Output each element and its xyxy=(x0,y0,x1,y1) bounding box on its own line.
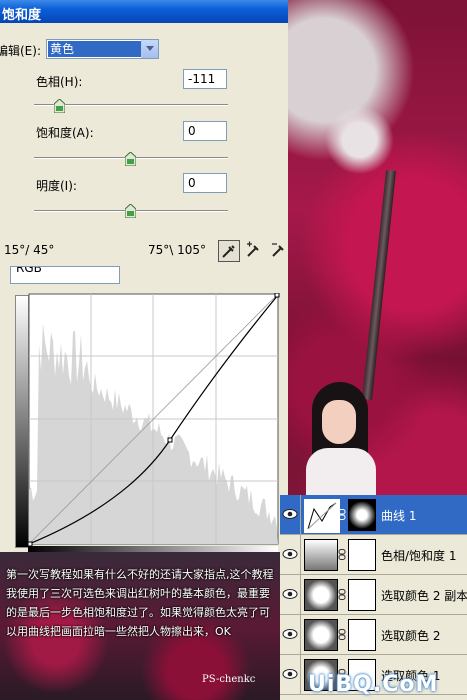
saturation-input[interactable]: 0 xyxy=(183,121,227,141)
black-vignette-mask xyxy=(348,499,376,531)
hue-saturation-thumbnail xyxy=(304,539,338,571)
eye-icon[interactable] xyxy=(282,667,298,681)
layer-name: 曲线 1 xyxy=(381,509,417,523)
figure-body xyxy=(306,448,376,500)
edit-dropdown[interactable]: 黄色 xyxy=(46,39,159,59)
selective-color-thumbnail xyxy=(304,579,338,611)
chain-link-icon[interactable] xyxy=(338,629,346,640)
layer-row-selective-color-2-copy[interactable]: 选取颜色 2 副本 xyxy=(280,575,467,615)
saturation-slider-thumb[interactable] xyxy=(125,152,136,166)
layer-divider xyxy=(300,655,301,694)
saturation-label: 饱和度(A): xyxy=(36,126,94,140)
caption-text: 第一次写教程如果有什么不好的还请大家指点,这个教程我使用了三次可选色来调出红树叶… xyxy=(6,568,274,638)
channel-dropdown[interactable]: RGB xyxy=(10,266,120,284)
dialog-title-bar[interactable]: 饱和度 xyxy=(0,0,288,23)
layer-name: 色相/饱和度 1 xyxy=(381,549,457,563)
layer-divider xyxy=(300,615,301,654)
layer-row-hue-saturation-1[interactable]: 色相/饱和度 1 xyxy=(280,535,467,575)
eye-icon[interactable] xyxy=(282,627,298,641)
white-mask xyxy=(348,579,376,611)
white-mask xyxy=(348,539,376,571)
hue-slider-thumb[interactable] xyxy=(54,99,65,113)
eyedropper-icon[interactable] xyxy=(218,240,240,262)
lightness-label: 明度(I): xyxy=(36,179,77,193)
caption-signature: PS-chenkc xyxy=(202,674,256,685)
portrait-figure xyxy=(300,382,384,500)
curves-graph[interactable] xyxy=(28,293,280,547)
curves-thumbnail xyxy=(304,499,340,533)
layer-divider xyxy=(300,535,301,574)
chain-link-icon[interactable] xyxy=(338,589,346,600)
layer-divider xyxy=(300,575,301,614)
eye-icon[interactable] xyxy=(282,587,298,601)
site-watermark: UiBQ.CoM xyxy=(308,672,439,697)
layer-name: 选取颜色 2 副本 xyxy=(381,589,467,603)
curve-control-point[interactable] xyxy=(167,437,173,443)
range-right-readout: 75°\ 105° xyxy=(148,243,207,257)
layer-name: 选取颜色 2 xyxy=(381,629,441,643)
layer-row-curves-1[interactable]: 曲线 1 xyxy=(280,495,467,535)
layers-panel: 曲线 1 色相/饱和度 1 选取颜色 2 副本 选取颜色 2 选取颜色 1 xyxy=(280,495,467,700)
eye-icon[interactable] xyxy=(282,547,298,561)
chain-link-icon[interactable] xyxy=(338,549,346,560)
hue-label: 色相(H): xyxy=(36,75,83,89)
edit-label: 编辑(E): xyxy=(0,44,41,58)
white-mask xyxy=(348,619,376,651)
tree-trunk xyxy=(362,170,396,400)
tutorial-caption: 第一次写教程如果有什么不好的还请大家指点,这个教程我使用了三次可选色来调出红树叶… xyxy=(0,552,280,700)
channel-dropdown-value: RGB xyxy=(16,266,42,275)
selective-color-thumbnail xyxy=(304,619,338,651)
eye-icon[interactable] xyxy=(282,507,298,521)
lightness-slider-thumb[interactable] xyxy=(125,204,136,218)
hue-saturation-dialog: 饱和度 编辑(E): 黄色 色相(H): -111 饱和度(A): 0 明度(I… xyxy=(0,0,288,552)
dialog-title: 饱和度 xyxy=(2,8,42,23)
chevron-down-icon[interactable] xyxy=(141,40,158,58)
figure-face xyxy=(322,400,356,444)
lightness-input[interactable]: 0 xyxy=(183,173,227,193)
layer-row-selective-color-2[interactable]: 选取颜色 2 xyxy=(280,615,467,655)
edit-dropdown-value: 黄色 xyxy=(48,41,142,57)
layer-divider xyxy=(300,495,301,534)
hue-input[interactable]: -111 xyxy=(183,69,227,89)
eyedropper-plus-icon[interactable] xyxy=(244,240,264,260)
curve-white-point[interactable] xyxy=(274,293,280,298)
chain-link-icon[interactable] xyxy=(338,509,346,520)
output-gradient-bar xyxy=(15,295,29,548)
eyedropper-minus-icon[interactable] xyxy=(269,240,289,260)
range-left-readout: 15°/ 45° xyxy=(4,243,55,257)
